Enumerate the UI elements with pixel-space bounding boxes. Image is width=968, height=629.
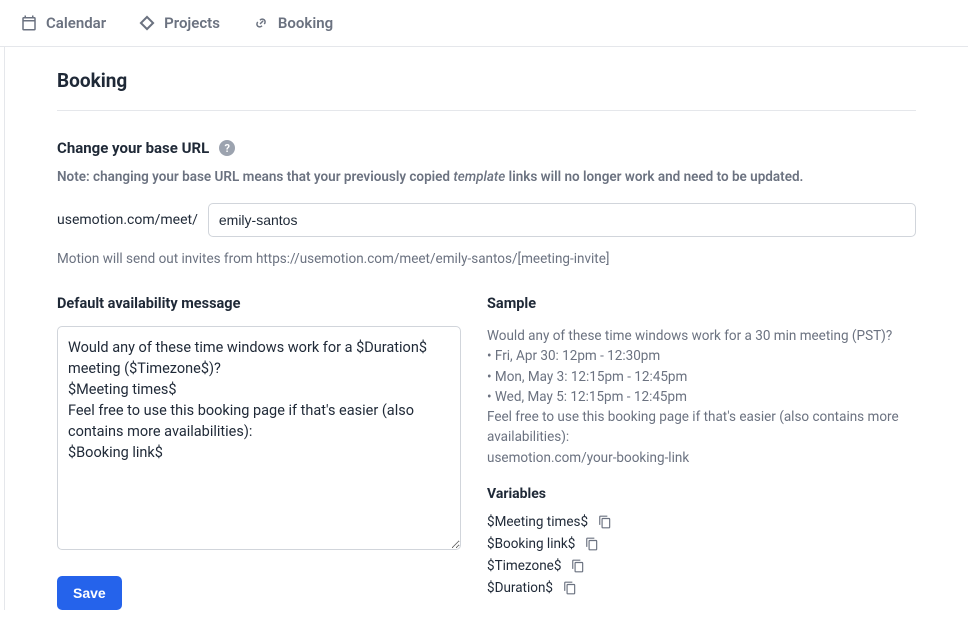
sample-line: • Fri, Apr 30: 12pm - 12:30pm bbox=[487, 346, 916, 366]
variable-row: $Duration$ bbox=[487, 580, 916, 596]
variables-heading: Variables bbox=[487, 486, 916, 502]
variable-name: $Booking link$ bbox=[487, 536, 575, 552]
projects-icon bbox=[138, 14, 156, 32]
sample-heading: Sample bbox=[487, 295, 916, 312]
nav-projects[interactable]: Projects bbox=[138, 14, 220, 32]
copy-icon[interactable] bbox=[571, 559, 585, 573]
availability-section: Default availability message Save Sample… bbox=[57, 295, 916, 610]
availability-heading: Default availability message bbox=[57, 295, 461, 312]
help-icon[interactable]: ? bbox=[219, 140, 235, 156]
calendar-icon bbox=[20, 14, 38, 32]
base-url-note: Note: changing your base URL means that … bbox=[57, 169, 916, 185]
url-row: usemotion.com/meet/ bbox=[57, 203, 916, 237]
availability-right: Sample Would any of these time windows w… bbox=[487, 295, 916, 610]
note-tail: links will no longer work and need to be… bbox=[505, 169, 803, 185]
note-italic: template bbox=[453, 169, 505, 185]
sample-line: • Mon, May 3: 12:15pm - 12:45pm bbox=[487, 367, 916, 387]
sample-line: usemotion.com/your-booking-link bbox=[487, 448, 916, 468]
invite-info-text: Motion will send out invites from https:… bbox=[57, 251, 916, 267]
sample-line: • Wed, May 5: 12:15pm - 12:45pm bbox=[487, 387, 916, 407]
copy-icon[interactable] bbox=[563, 581, 577, 595]
save-button[interactable]: Save bbox=[57, 576, 122, 610]
base-url-heading: Change your base URL ? bbox=[57, 139, 916, 157]
copy-icon[interactable] bbox=[585, 537, 599, 551]
nav-calendar-label: Calendar bbox=[46, 14, 106, 32]
variable-name: $Duration$ bbox=[487, 580, 553, 596]
variable-name: $Timezone$ bbox=[487, 558, 561, 574]
nav-booking-label: Booking bbox=[278, 14, 333, 32]
sample-line: Would any of these time windows work for… bbox=[487, 326, 916, 346]
nav-calendar[interactable]: Calendar bbox=[20, 14, 106, 32]
copy-icon[interactable] bbox=[598, 515, 612, 529]
link-icon bbox=[252, 14, 270, 32]
top-nav: Calendar Projects Booking bbox=[0, 0, 968, 47]
url-prefix: usemotion.com/meet/ bbox=[57, 212, 198, 228]
variable-row: $Booking link$ bbox=[487, 536, 916, 552]
variable-name: $Meeting times$ bbox=[487, 514, 588, 530]
base-url-heading-text: Change your base URL bbox=[57, 139, 209, 157]
nav-booking[interactable]: Booking bbox=[252, 14, 333, 32]
variables-list: $Meeting times$ $Booking link$ $Timezone… bbox=[487, 514, 916, 596]
sample-line: Feel free to use this booking page if th… bbox=[487, 407, 916, 448]
nav-projects-label: Projects bbox=[164, 14, 220, 32]
variable-row: $Meeting times$ bbox=[487, 514, 916, 530]
variable-row: $Timezone$ bbox=[487, 558, 916, 574]
availability-textarea[interactable] bbox=[57, 326, 461, 550]
base-url-input[interactable] bbox=[208, 203, 916, 237]
sample-body: Would any of these time windows work for… bbox=[487, 326, 916, 468]
note-lead: Note: changing your base URL means that … bbox=[57, 169, 453, 185]
page-title: Booking bbox=[57, 47, 916, 111]
page-container: Booking Change your base URL ? Note: cha… bbox=[4, 47, 968, 610]
availability-left: Default availability message Save bbox=[57, 295, 461, 610]
